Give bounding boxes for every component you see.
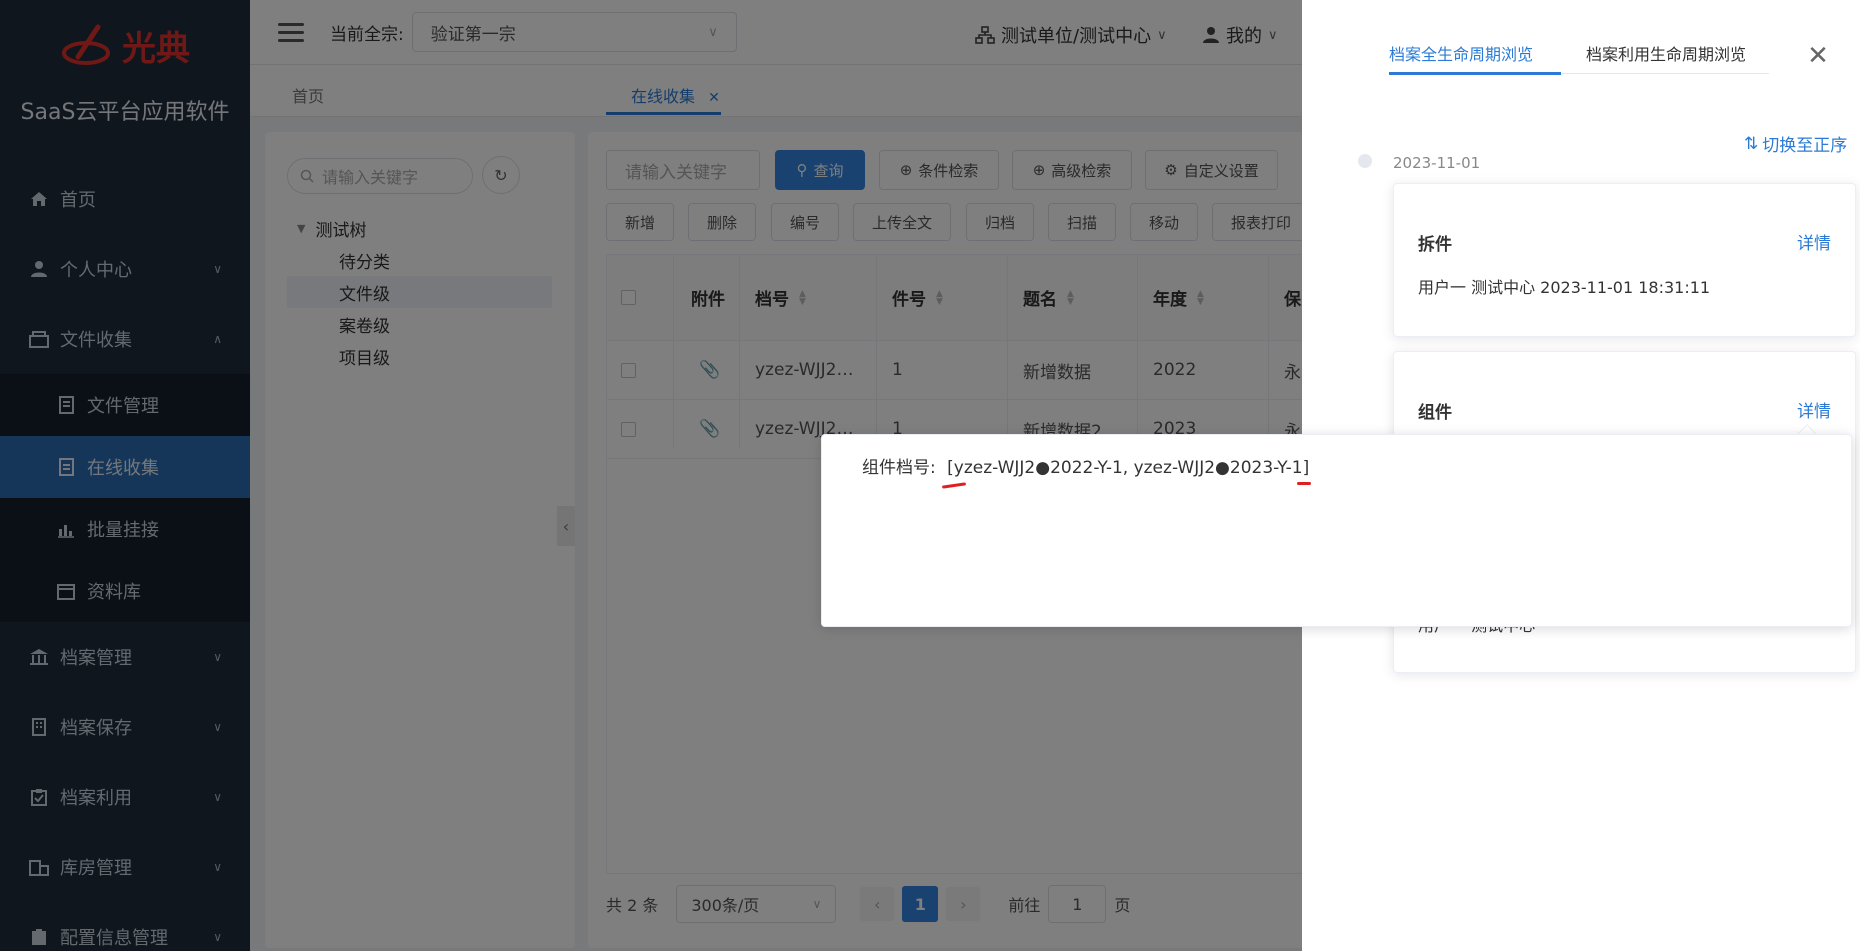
timeline-date: 2023-11-01 — [1393, 154, 1481, 172]
annotation-mark — [941, 482, 967, 489]
card-detail-link[interactable]: 详情 — [1797, 229, 1831, 254]
annotation-mark — [1297, 482, 1311, 485]
sort-arrows-icon: ⇅ — [1744, 133, 1759, 154]
active-tab-indicator — [1389, 72, 1561, 75]
popover-label: 组件档号: — [862, 458, 936, 478]
timeline-card: 拆件 详情 用户一 测试中心 2023-11-01 18:31:11 — [1393, 183, 1856, 337]
component-doc-popover: 组件档号: [yzez-WJJ2●2022-Y-1, yzez-WJJ2●202… — [821, 434, 1852, 627]
timeline-dot — [1358, 154, 1372, 168]
tab-usage-lifecycle[interactable]: 档案利用生命周期浏览 — [1586, 41, 1746, 65]
card-title: 拆件 — [1418, 235, 1452, 255]
card-body: 用户一 测试中心 2023-11-01 18:31:11 — [1418, 278, 1711, 297]
tab-archive-lifecycle[interactable]: 档案全生命周期浏览 — [1389, 41, 1533, 65]
switch-order-button[interactable]: ⇅ 切换至正序 — [1744, 131, 1848, 157]
card-detail-link[interactable]: 详情 — [1797, 397, 1831, 422]
switch-order-label: 切换至正序 — [1762, 136, 1848, 156]
close-icon[interactable]: ✕ — [1806, 43, 1830, 69]
popover-content: 组件档号: [yzez-WJJ2●2022-Y-1, yzez-WJJ2●202… — [862, 453, 1309, 478]
popover-value: [yzez-WJJ2●2022-Y-1, yzez-WJJ2●2023-Y-1] — [947, 458, 1310, 478]
card-title: 组件 — [1418, 403, 1452, 423]
